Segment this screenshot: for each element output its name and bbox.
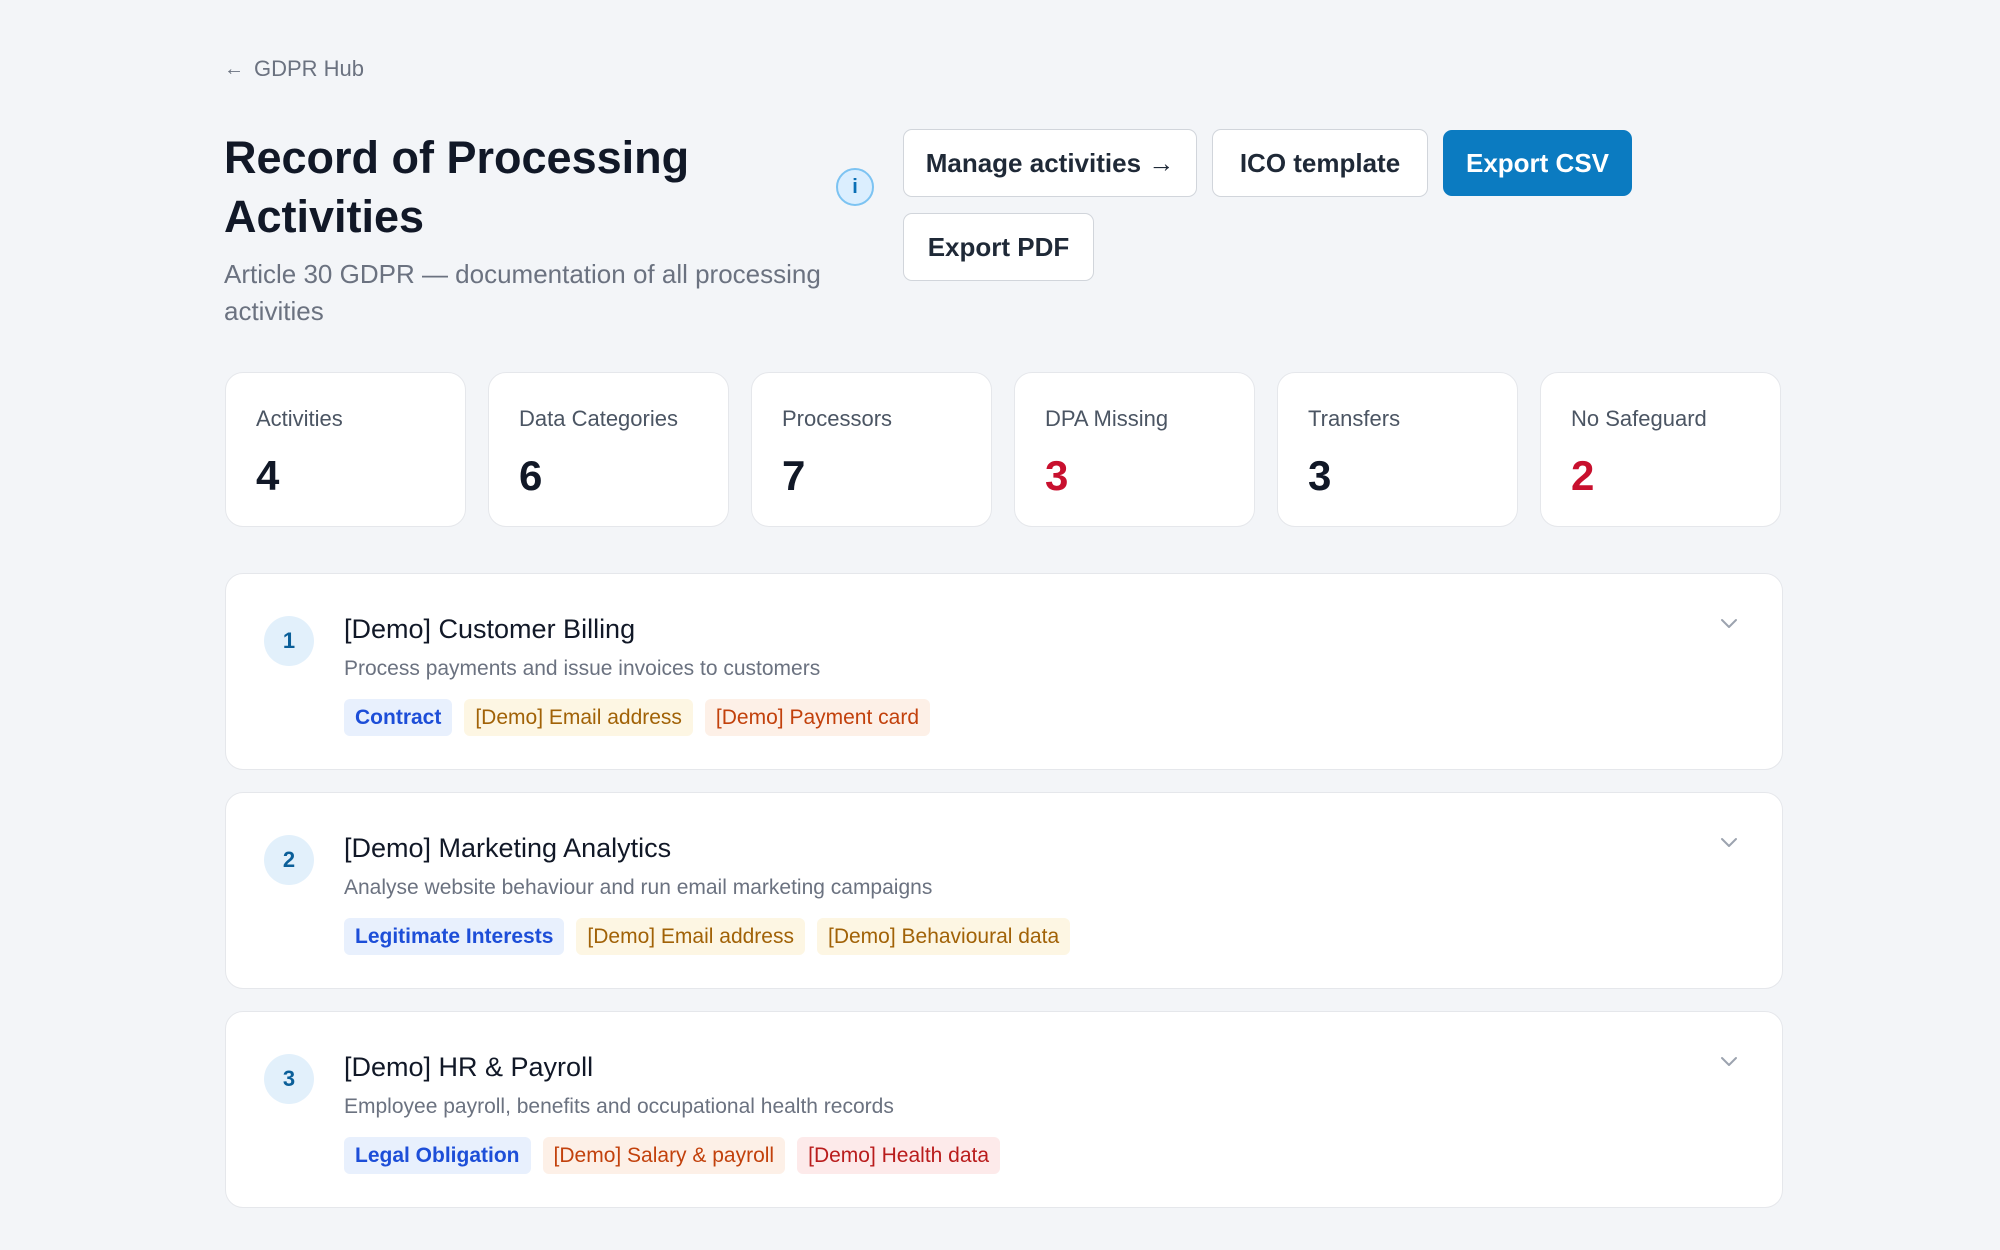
stat-value: 6 (519, 452, 543, 499)
activity-list: 1 [Demo] Customer Billing Process paymen… (225, 573, 1783, 1230)
data-category-tag: [Demo] Health data (797, 1137, 1001, 1174)
activity-name: [Demo] Marketing Analytics (344, 833, 672, 863)
activity-description: Employee payroll, benefits and occupatio… (344, 1095, 894, 1118)
activity-tags: Legal Obligation [Demo] Salary & payroll… (344, 1137, 1001, 1174)
activity-number-badge: 1 (264, 616, 314, 666)
activity-card[interactable]: 3 [Demo] HR & Payroll Employee payroll, … (225, 1011, 1783, 1208)
stat-label: DPA Missing (1045, 406, 1169, 431)
activity-body: [Demo] HR & Payroll Employee payroll, be… (344, 1052, 1001, 1174)
chevron-down-icon[interactable] (1716, 610, 1742, 636)
stat-label: Processors (782, 406, 893, 431)
legal-basis-tag: Legal Obligation (344, 1137, 531, 1174)
chevron-down-icon[interactable] (1716, 1048, 1742, 1074)
activity-description: Process payments and issue invoices to c… (344, 657, 821, 680)
export-pdf-button[interactable]: Export PDF (903, 213, 1094, 281)
activity-card[interactable]: 2 [Demo] Marketing Analytics Analyse web… (225, 792, 1783, 989)
activity-name: [Demo] HR & Payroll (344, 1052, 594, 1082)
stat-card-processors: Processors 7 (751, 372, 992, 527)
legal-basis-tag: Contract (344, 699, 453, 736)
activity-tags: Contract [Demo] Email address [Demo] Pay… (344, 699, 931, 736)
activity-card[interactable]: 1 [Demo] Customer Billing Process paymen… (225, 573, 1783, 770)
back-link-label: GDPR Hub (254, 56, 365, 81)
stat-label: No Safeguard (1571, 406, 1707, 431)
page: ← GDPR Hub Record of Processing Activiti… (0, 0, 2000, 1250)
stat-card-dpa-missing: DPA Missing 3 (1014, 372, 1255, 527)
title-block: Record of Processing Activities Article … (224, 128, 864, 330)
data-category-tag: [Demo] Behavioural data (816, 918, 1071, 955)
activity-number-badge: 3 (264, 1054, 314, 1104)
activity-description: Analyse website behaviour and run email … (344, 876, 933, 899)
legal-basis-tag: Legitimate Interests (344, 918, 565, 955)
page-subtitle: Article 30 GDPR — documentation of all p… (224, 259, 821, 326)
stat-card-transfers: Transfers 3 (1277, 372, 1518, 527)
stat-label: Transfers (1308, 406, 1401, 431)
data-category-tag: [Demo] Email address (576, 918, 805, 955)
data-category-tag: [Demo] Salary & payroll (542, 1137, 786, 1174)
stat-card-no-safeguard: No Safeguard 2 (1540, 372, 1781, 527)
stat-value: 3 (1308, 452, 1332, 499)
activity-body: [Demo] Marketing Analytics Analyse websi… (344, 833, 1071, 955)
data-category-tag: [Demo] Email address (464, 699, 693, 736)
back-link[interactable]: ← GDPR Hub (224, 56, 364, 82)
export-csv-button[interactable]: Export CSV (1443, 130, 1632, 196)
stat-label: Data Categories (519, 406, 678, 431)
activity-number-badge: 2 (264, 835, 314, 885)
ico-template-button[interactable]: ICO template (1212, 129, 1428, 197)
stat-card-data-categories: Data Categories 6 (488, 372, 729, 527)
stat-value: 2 (1571, 452, 1595, 499)
activity-tags: Legitimate Interests [Demo] Email addres… (344, 918, 1071, 955)
stat-value: 3 (1045, 452, 1069, 499)
stat-value: 4 (256, 452, 280, 499)
activity-body: [Demo] Customer Billing Process payments… (344, 614, 931, 736)
stats-row: Activities 4 Data Categories 6 Processor… (225, 372, 1781, 527)
stat-value: 7 (782, 452, 806, 499)
stat-label: Activities (256, 406, 343, 431)
activity-name: [Demo] Customer Billing (344, 614, 636, 644)
arrow-left-icon: ← (224, 57, 244, 80)
data-category-tag: [Demo] Payment card (704, 699, 931, 736)
stat-card-activities: Activities 4 (225, 372, 466, 527)
info-icon[interactable]: i (836, 168, 874, 206)
page-title: Record of Processing Activities (224, 132, 690, 242)
chevron-down-icon[interactable] (1716, 829, 1742, 855)
manage-activities-button[interactable]: Manage activities → (903, 129, 1197, 197)
